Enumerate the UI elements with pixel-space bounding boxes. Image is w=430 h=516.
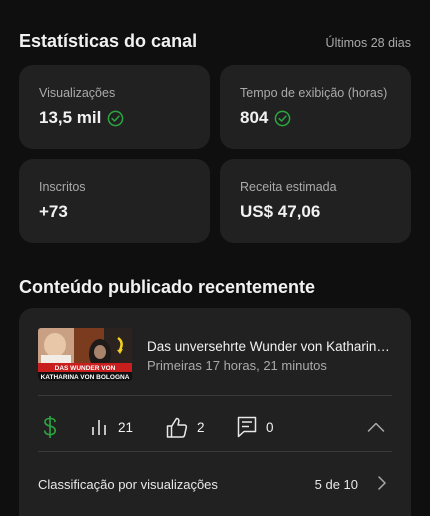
stat-label: Visualizações [39,86,116,100]
stat-value: +73 [39,202,68,221]
recent-content-header: Conteúdo publicado recentemente [19,277,411,298]
stat-value-row: US$ 47,06 [240,202,320,222]
stat-value: 13,5 mil [39,108,102,127]
check-circle-icon [275,110,291,126]
ranking-value: 5 de 10 [314,477,358,492]
channel-stats-title: Estatísticas do canal [19,31,198,51]
collapse-button[interactable] [367,412,385,442]
views-metric[interactable]: 21 [91,412,133,442]
likes-metric[interactable]: 2 [166,412,205,442]
stat-label: Receita estimada [240,180,337,194]
thumb-caption: KATHARINA VON BOLOGNA [41,374,130,381]
stat-card-views[interactable]: Visualizações 13,5 mil [19,65,210,149]
stat-value-row: 13,5 mil [39,108,124,128]
stat-card-subscribers[interactable]: Inscritos +73 [19,159,210,243]
views-count: 21 [118,419,134,435]
video-title[interactable]: Das unversehrte Wunder von Katharina von… [147,339,397,354]
stat-value-row: +73 [39,202,68,222]
video-thumbnail[interactable]: DAS WUNDER VON KATHARINA VON BOLOGNA [38,328,132,381]
comments-count: 0 [266,419,274,435]
chevron-right-icon[interactable] [377,475,387,491]
stat-value: US$ 47,06 [240,202,321,221]
stat-card-revenue[interactable]: Receita estimada US$ 47,06 [220,159,411,243]
channel-analytics-screen: Estatísticas do canal Últimos 28 dias Vi… [0,0,430,516]
stat-label: Tempo de exibição (horas) [240,86,388,100]
divider [38,395,392,396]
check-circle-icon [108,110,124,126]
dollar-icon [44,416,57,438]
thumbnail-image: DAS WUNDER VON KATHARINA VON BOLOGNA [38,328,132,381]
bar-chart-icon [92,420,106,435]
comment-icon [237,416,257,438]
divider [38,451,392,452]
video-subtitle: Primeiras 17 horas, 21 minutos [147,358,327,373]
revenue-metric[interactable] [43,412,57,442]
thumbs-up-icon [166,417,188,438]
chevron-up-icon [367,422,385,432]
video-metrics-row: 21 2 0 [38,412,392,442]
ranking-label[interactable]: Classificação por visualizações [38,477,218,492]
recent-video-card[interactable]: DAS WUNDER VON KATHARINA VON BOLOGNA Das… [19,308,411,516]
period-label: Últimos 28 dias [325,36,411,50]
stat-label: Inscritos [39,180,86,194]
channel-stats-header: Estatísticas do canal Últimos 28 dias [19,31,411,52]
likes-count: 2 [197,419,205,435]
comments-metric[interactable]: 0 [237,412,274,442]
recent-content-title: Conteúdo publicado recentemente [19,277,316,297]
stat-card-watch-time[interactable]: Tempo de exibição (horas) 804 [220,65,411,149]
stat-value: 804 [240,108,269,127]
thumb-caption-top: DAS WUNDER VON [55,365,116,372]
stat-value-row: 804 [240,108,291,128]
